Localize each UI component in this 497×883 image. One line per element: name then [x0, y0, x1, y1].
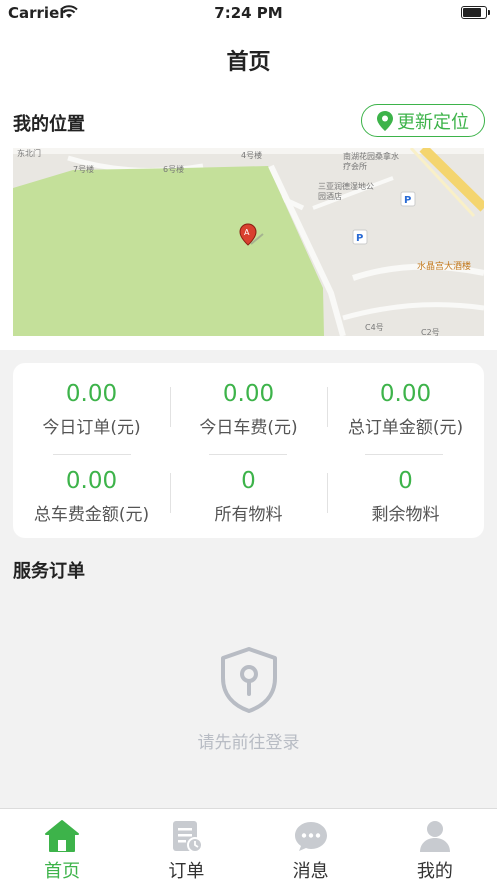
status-bar: Carrier 7:24 PM — [0, 0, 497, 26]
svg-text:P: P — [356, 233, 363, 244]
stat-total-fare-amount: 0.00 总车费金额(元) — [13, 468, 170, 525]
tab-bar: 首页 订单 消息 我的 — [0, 808, 497, 883]
map-label: 南湖花园桑拿水疗会所 — [343, 152, 399, 171]
stat-value: 0.00 — [379, 381, 432, 407]
shield-lock-icon — [220, 647, 277, 713]
svg-text:A: A — [244, 228, 250, 237]
page-title: 首页 — [226, 50, 271, 75]
tab-label: 订单 — [168, 861, 205, 882]
divider — [170, 387, 171, 427]
map-label: 7号楼 — [73, 165, 95, 174]
divider — [365, 454, 443, 455]
location-pin-icon — [377, 110, 393, 131]
map-label: C2号 — [421, 328, 440, 336]
stat-label: 总订单金额(元) — [347, 418, 464, 438]
tab-profile[interactable]: 我的 — [373, 809, 497, 883]
tab-orders[interactable]: 订单 — [124, 809, 248, 883]
map-label: 6号楼 — [163, 165, 185, 174]
map-view[interactable]: P P A 东北门 7号楼 6号楼 4号楼 南湖花园桑拿水疗会所 三亚润德湿地公… — [13, 148, 484, 336]
order-icon — [173, 821, 204, 853]
stat-all-materials: 0 所有物料 — [170, 468, 327, 525]
stat-value: 0.00 — [65, 381, 118, 407]
divider — [209, 454, 287, 455]
home-icon — [45, 820, 80, 852]
map-label: 三亚润德湿地公园酒店 — [318, 182, 374, 201]
stat-label: 剩余物料 — [371, 505, 440, 525]
navigation-bar: 首页 — [0, 26, 497, 92]
profile-icon — [419, 821, 450, 852]
stat-value: 0 — [241, 468, 256, 494]
tab-label: 我的 — [416, 861, 453, 882]
divider — [327, 473, 328, 513]
divider — [170, 473, 171, 513]
clock: 7:24 PM — [214, 4, 283, 22]
map-label: 4号楼 — [241, 151, 263, 160]
divider — [53, 454, 131, 455]
message-icon — [294, 822, 327, 851]
divider — [327, 387, 328, 427]
map-label: 东北门 — [17, 149, 41, 158]
empty-state: 请先前往登录 — [0, 646, 497, 753]
stat-value: 0 — [398, 468, 413, 494]
stat-value: 0.00 — [222, 381, 275, 407]
stat-total-order-amount: 0.00 总订单金额(元) — [327, 381, 484, 438]
stat-label: 总车费金额(元) — [33, 505, 150, 525]
battery-icon — [461, 6, 490, 19]
stat-remaining-materials: 0 剩余物料 — [327, 468, 484, 525]
stat-label: 今日订单(元) — [42, 418, 141, 438]
map-poi-label: 水晶宫大酒楼 — [417, 262, 472, 272]
update-location-button[interactable]: 更新定位 — [361, 104, 485, 137]
login-prompt[interactable]: 请先前往登录 — [0, 728, 497, 753]
update-location-label: 更新定位 — [397, 111, 469, 133]
tab-label: 消息 — [292, 861, 329, 882]
service-orders-title: 服务订单 — [13, 561, 85, 582]
stat-value: 0.00 — [65, 468, 118, 494]
stat-today-orders: 0.00 今日订单(元) — [13, 381, 170, 438]
svg-text:P: P — [404, 195, 411, 206]
tab-home[interactable]: 首页 — [0, 809, 124, 883]
stats-card: 0.00 今日订单(元) 0.00 今日车费(元) 0.00 总订单金额(元) … — [13, 363, 484, 538]
map-label: C4号 — [365, 323, 384, 332]
stat-today-fare: 0.00 今日车费(元) — [170, 381, 327, 438]
stat-label: 所有物料 — [214, 505, 283, 525]
stat-label: 今日车费(元) — [199, 418, 298, 438]
tab-label: 首页 — [44, 861, 81, 882]
location-title: 我的位置 — [13, 114, 85, 135]
location-section: 我的位置 更新定位 P P A 东北门 7号楼 6号楼 4号楼 南湖花园桑拿水疗… — [0, 92, 497, 350]
tab-messages[interactable]: 消息 — [249, 809, 373, 883]
